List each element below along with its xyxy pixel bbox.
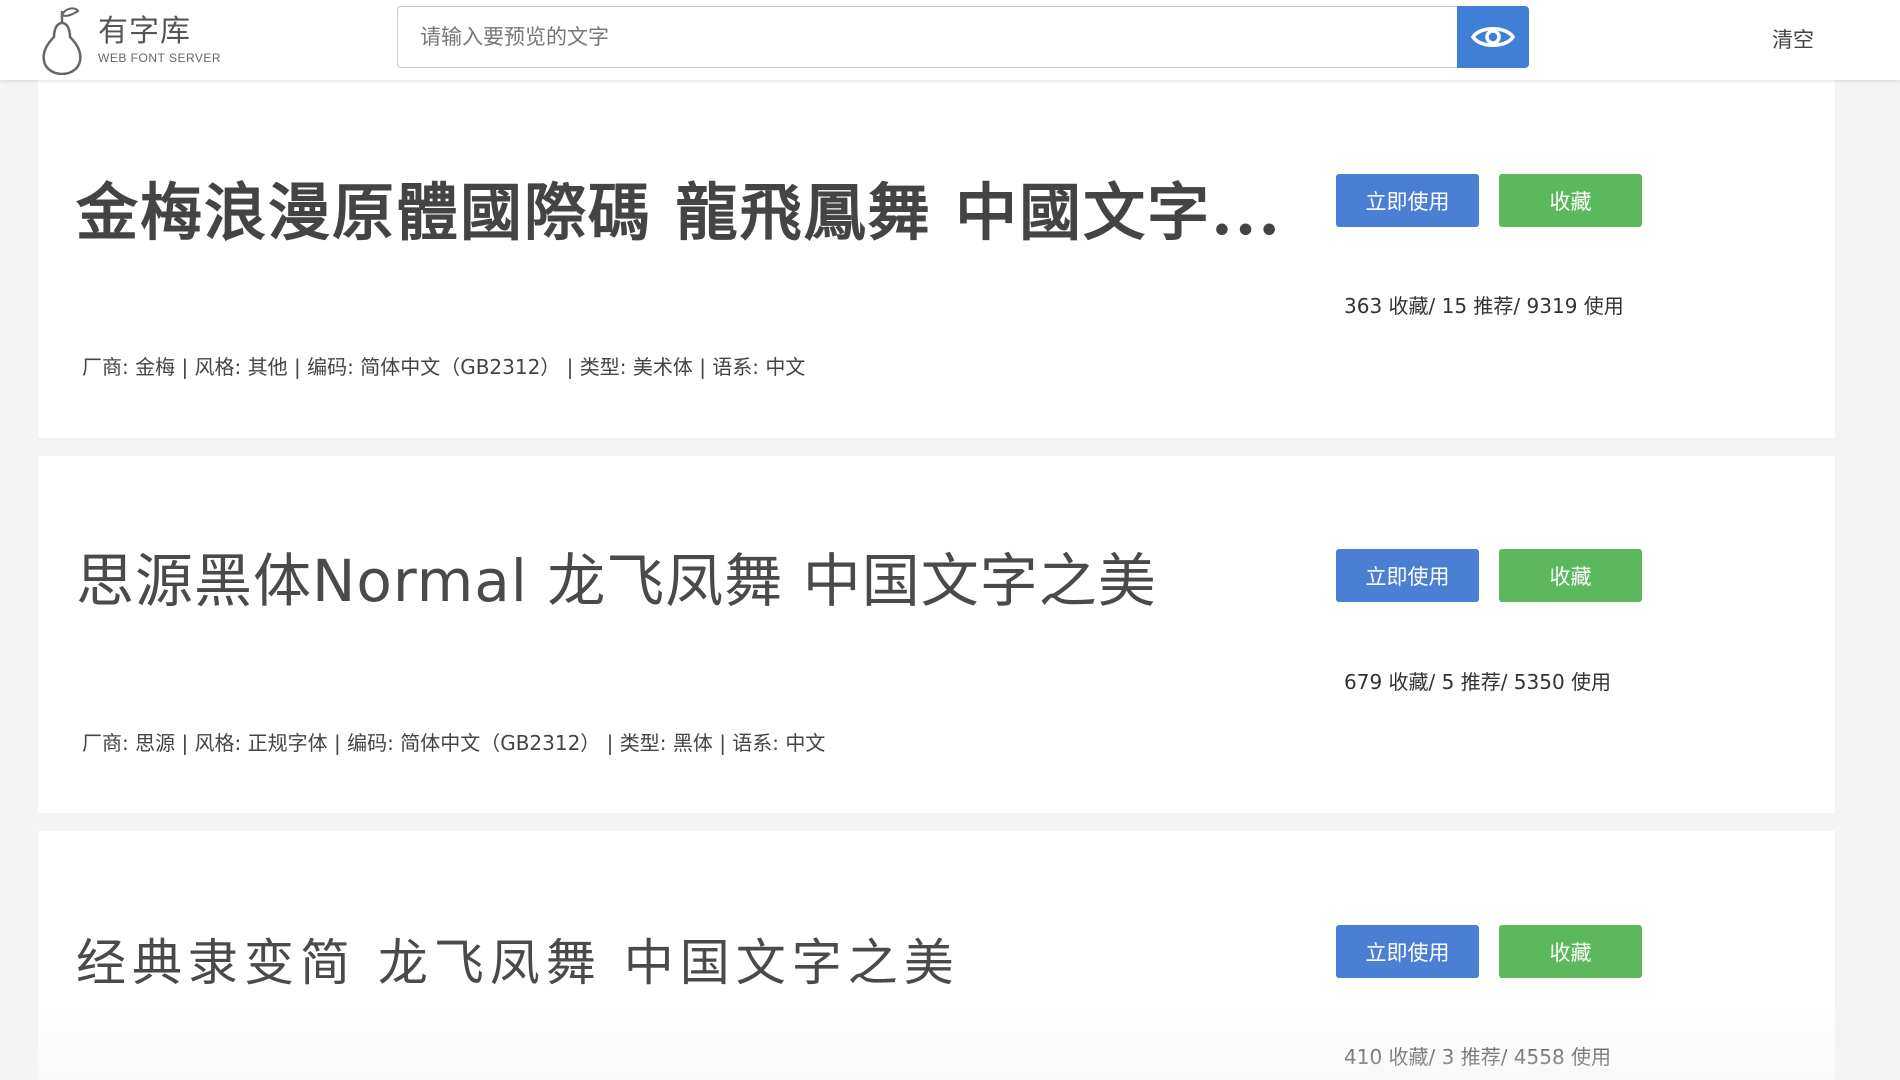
pear-logo-icon <box>42 7 82 75</box>
font-stats: 410 收藏/ 3 推荐/ 4558 使用 <box>1344 1045 1612 1069</box>
use-now-button[interactable]: 立即使用 <box>1336 174 1479 227</box>
font-preview-text[interactable]: 金梅浪漫原體國際碼 龍飛鳳舞 中國文字... <box>76 162 1282 252</box>
font-card: 思源黑体Normal 龙飞凤舞 中国文字之美 立即使用 收藏 679 收藏/ 5… <box>38 456 1835 813</box>
eye-icon <box>1471 27 1515 47</box>
favorite-button[interactable]: 收藏 <box>1499 174 1642 227</box>
site-logo[interactable]: 有字库 WEB FONT SERVER <box>36 0 221 80</box>
favorite-button[interactable]: 收藏 <box>1499 925 1642 978</box>
font-preview-text[interactable]: 经典隶变简 龙飞凤舞 中国文字之美 <box>76 923 960 995</box>
top-header: 有字库 WEB FONT SERVER 清空 <box>0 0 1900 80</box>
use-now-button[interactable]: 立即使用 <box>1336 925 1479 978</box>
font-stats: 363 收藏/ 15 推荐/ 9319 使用 <box>1344 294 1624 318</box>
preview-button[interactable] <box>1457 6 1529 68</box>
favorite-button[interactable]: 收藏 <box>1499 549 1642 602</box>
font-card: 经典隶变简 龙飞凤舞 中国文字之美 立即使用 收藏 410 收藏/ 3 推荐/ … <box>38 831 1835 1080</box>
font-preview-text[interactable]: 思源黑体Normal 龙飞凤舞 中国文字之美 <box>76 534 1157 618</box>
preview-text-input[interactable] <box>398 7 1458 67</box>
logo-subtitle: WEB FONT SERVER <box>98 51 222 65</box>
font-stats: 679 收藏/ 5 推荐/ 5350 使用 <box>1344 670 1612 694</box>
font-meta: 厂商: 金梅 | 风格: 其他 | 编码: 简体中文（GB2312） | 类型:… <box>82 355 806 379</box>
logo-title: 有字库 <box>98 14 191 49</box>
font-meta: 厂商: 思源 | 风格: 正规字体 | 编码: 简体中文（GB2312） | 类… <box>82 731 826 755</box>
search-box <box>397 6 1458 68</box>
font-card: 金梅浪漫原體國際碼 龍飛鳳舞 中國文字... 立即使用 收藏 363 收藏/ 1… <box>38 80 1835 438</box>
clear-button[interactable]: 清空 <box>1772 24 1814 54</box>
use-now-button[interactable]: 立即使用 <box>1336 549 1479 602</box>
